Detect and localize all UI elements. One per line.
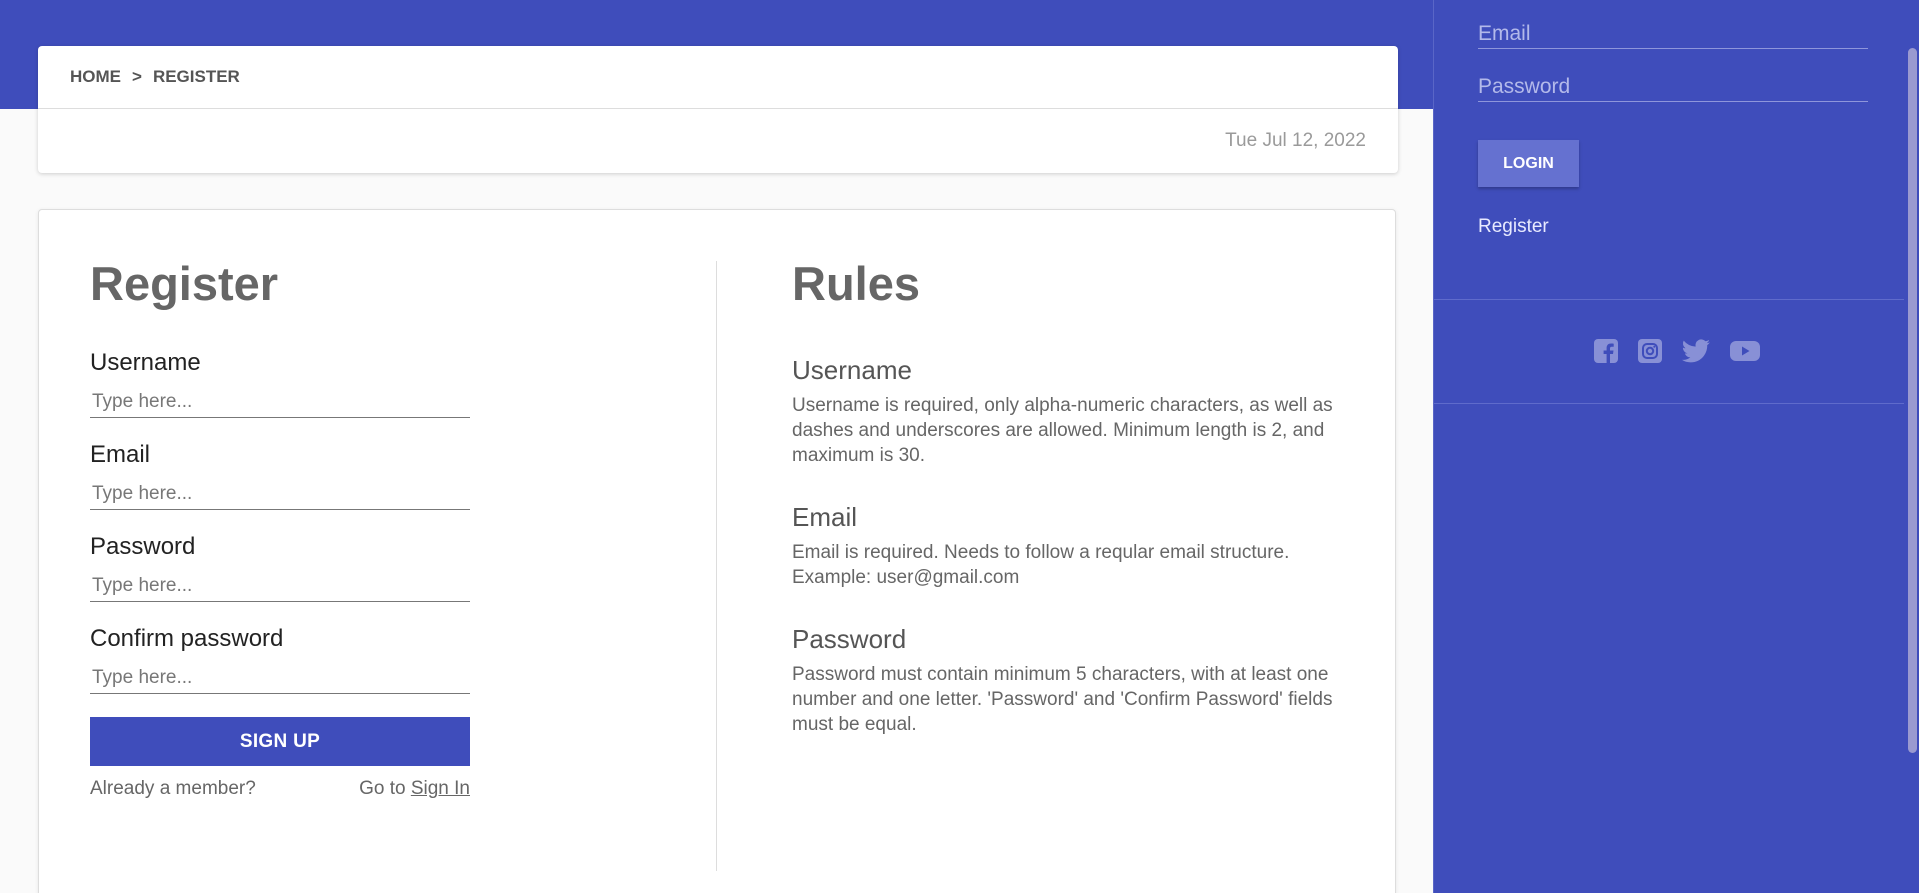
username-input[interactable] [90,387,470,418]
password-label: Password [90,533,196,560]
twitter-icon[interactable] [1681,338,1711,366]
goto-text: Go to [359,778,406,799]
rule-title: Username [792,355,912,385]
rules-title: Rules [792,257,920,310]
register-column: Register Username Email Password Confirm… [90,260,470,800]
confirm-password-group: Confirm password [90,625,470,694]
sidebar-register-link[interactable]: Register [1478,216,1549,238]
rule-title: Email [792,502,858,532]
password-input[interactable] [90,571,470,602]
rule-text: Password must contain minimum 5 characte… [792,664,1333,735]
column-divider [716,261,717,871]
breadcrumb-card: HOME > REGISTER Tue Jul 12, 2022 [38,46,1398,173]
username-group: Username [90,349,470,418]
sidebar-password-input[interactable] [1478,72,1868,102]
signin-link[interactable]: Sign In [411,778,470,799]
breadcrumb: HOME > REGISTER [38,46,1398,109]
sidebar-email-input[interactable] [1478,19,1868,49]
youtube-icon[interactable] [1729,338,1761,366]
password-group: Password [90,533,470,602]
confirm-password-input[interactable] [90,663,470,694]
rule-email: Email Email is required. Needs to follow… [792,504,1352,590]
breadcrumb-home[interactable]: HOME [70,67,121,87]
goto-signin: Go to Sign In [359,778,470,800]
sidebar-divider [1434,299,1919,300]
rule-text: Email is required. Needs to follow a req… [792,542,1290,588]
social-links [1434,338,1919,366]
rule-text: Username is required, only alpha-numeric… [792,395,1333,466]
username-label: Username [90,349,201,376]
sidebar-divider [1434,403,1919,404]
email-group: Email [90,441,470,510]
scrollbar-thumb[interactable] [1908,48,1917,753]
main-card: Register Username Email Password Confirm… [38,209,1396,893]
page-scrollbar[interactable] [1904,0,1919,893]
confirm-password-label: Confirm password [90,625,284,652]
already-member-text: Already a member? [90,778,256,799]
sidebar: LOGIN Register [1433,0,1919,893]
register-title: Register [90,257,279,310]
facebook-icon[interactable] [1593,338,1619,366]
rule-title: Password [792,624,907,654]
login-button[interactable]: LOGIN [1478,140,1579,187]
email-input[interactable] [90,479,470,510]
rule-password: Password Password must contain minimum 5… [792,626,1352,737]
rule-username: Username Username is required, only alph… [792,357,1352,468]
breadcrumb-current: REGISTER [152,67,240,86]
signup-button[interactable]: SIGN UP [90,717,470,766]
login-prompt: Already a member? Go to Sign In [90,778,470,800]
breadcrumb-separator: > [132,67,142,86]
current-date: Tue Jul 12, 2022 [1225,130,1366,151]
rules-column: Rules Username Username is required, onl… [792,260,1352,773]
email-label: Email [90,441,151,468]
instagram-icon[interactable] [1637,338,1663,366]
